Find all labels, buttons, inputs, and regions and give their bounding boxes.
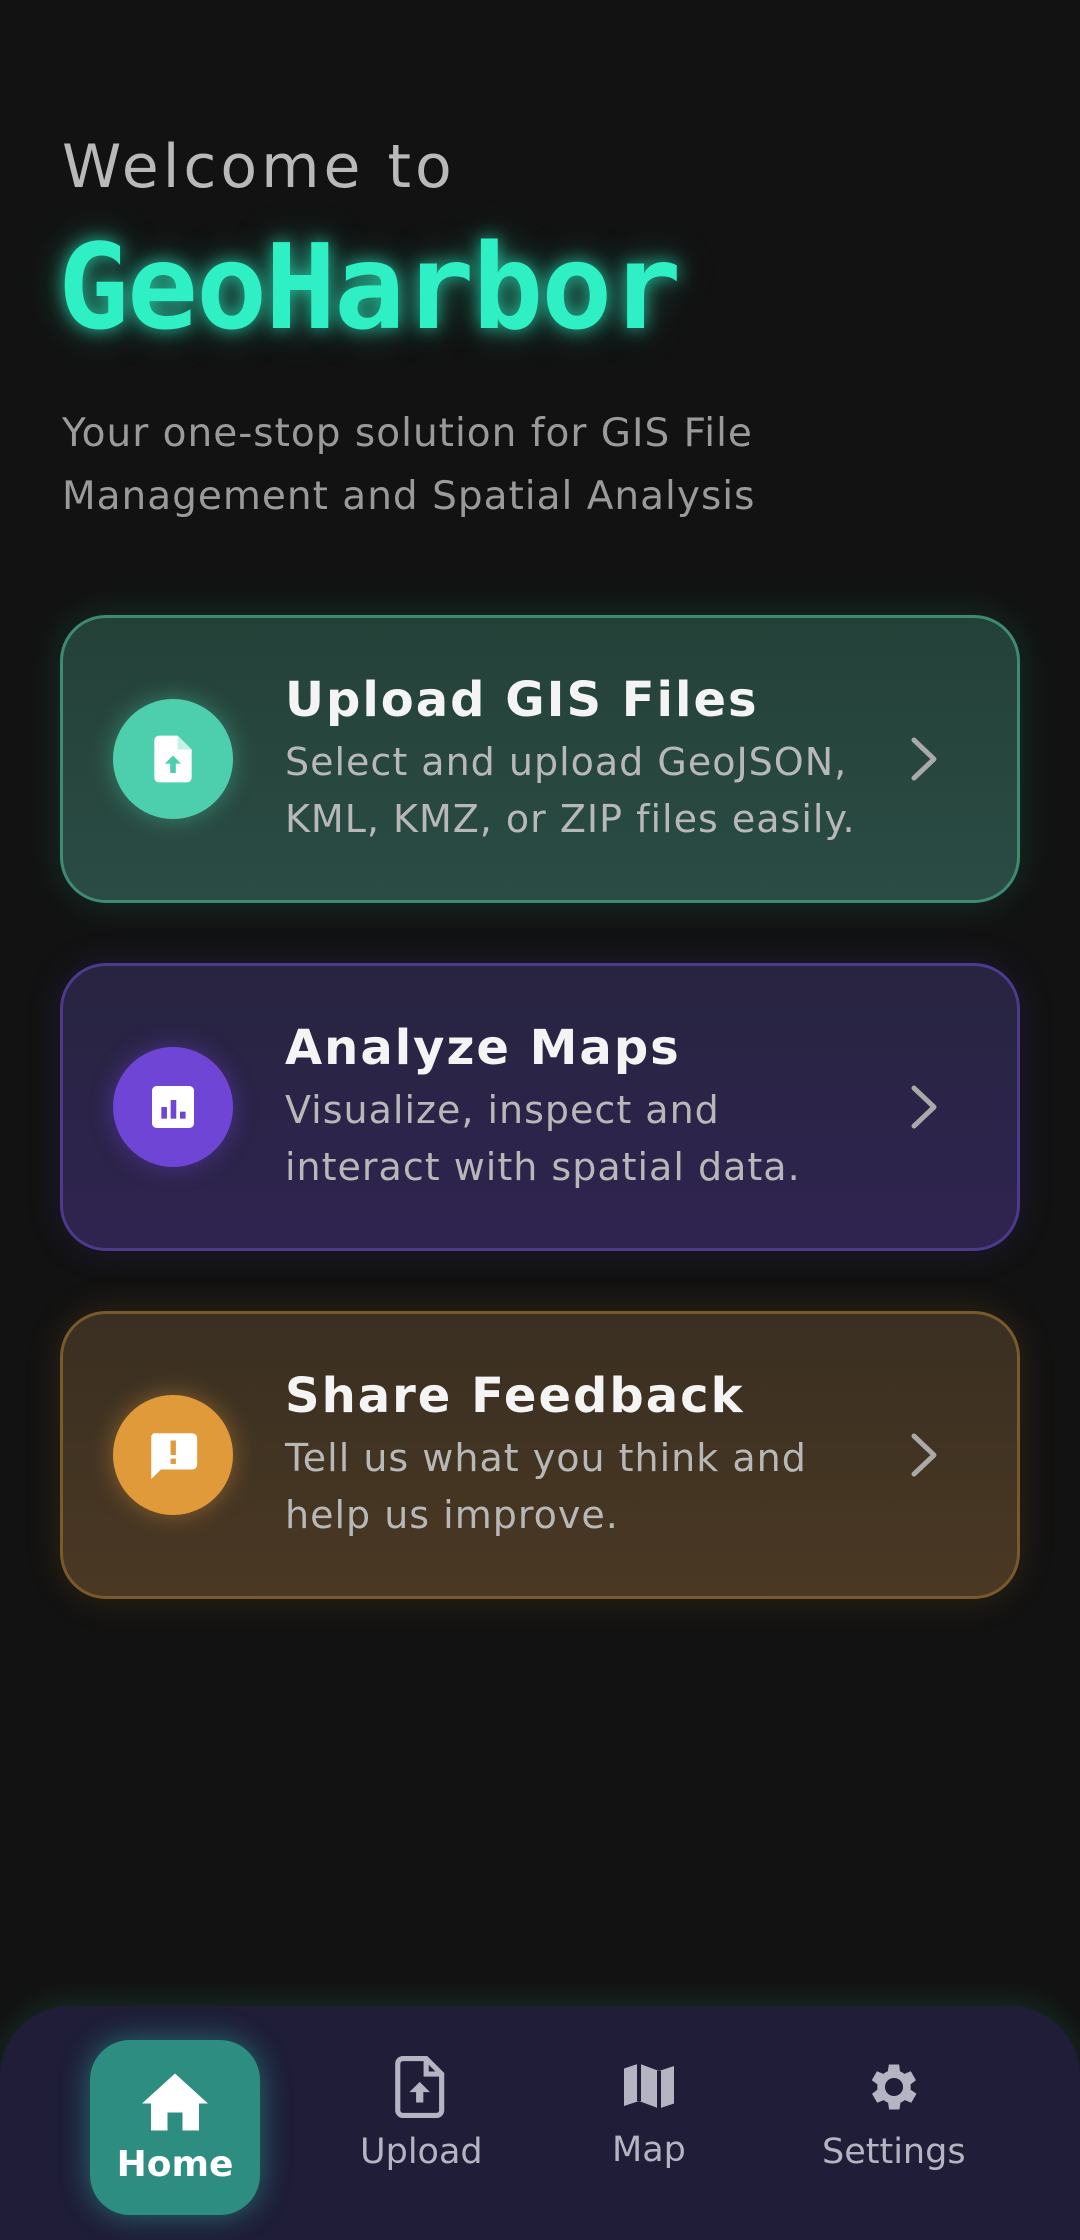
chevron-right-icon [911, 737, 937, 781]
card-description: Visualize, inspect and interact with spa… [285, 1088, 801, 1189]
feedback-icon [113, 1395, 233, 1515]
share-feedback-card[interactable]: Share Feedback Tell us what you think an… [60, 1311, 1020, 1599]
file-upload-icon [395, 2056, 445, 2118]
nav-label: Upload [360, 2132, 483, 2172]
chevron-right-icon [911, 1433, 937, 1477]
analyze-maps-card[interactable]: Analyze Maps Visualize, inspect and inte… [60, 963, 1020, 1251]
app-subtitle: Your one-stop solution for GIS File Mana… [62, 411, 756, 519]
home-screen: Welcome to GeoHarbor Your one-stop solut… [0, 0, 1080, 2240]
chevron-right-icon [911, 1085, 937, 1129]
card-title: Share Feedback [285, 1368, 745, 1424]
upload-gis-files-card[interactable]: Upload GIS Files Select and upload GeoJS… [60, 615, 1020, 903]
nav-label: Map [612, 2130, 686, 2170]
card-description: Select and upload GeoJSON, KML, KMZ, or … [285, 740, 856, 841]
bottom-navigation-bar: Home Upload Map Settings [0, 2006, 1080, 2240]
nav-item-upload[interactable]: Upload [360, 2056, 483, 2172]
nav-label: Settings [822, 2132, 966, 2172]
nav-item-settings[interactable]: Settings [822, 2056, 966, 2172]
nav-item-home[interactable]: Home [90, 2040, 260, 2215]
nav-label: Home [116, 2144, 234, 2185]
map-icon [623, 2063, 674, 2109]
card-description: Tell us what you think and help us impro… [285, 1436, 807, 1537]
file-upload-icon [113, 699, 233, 819]
gear-icon [871, 2064, 917, 2110]
app-brand-title: GeoHarbor [58, 218, 681, 356]
nav-item-map[interactable]: Map [612, 2056, 686, 2170]
welcome-text: Welcome to [62, 132, 456, 202]
analytics-icon [113, 1047, 233, 1167]
home-icon [142, 2073, 208, 2131]
card-title: Analyze Maps [285, 1020, 681, 1076]
card-title: Upload GIS Files [285, 672, 759, 728]
